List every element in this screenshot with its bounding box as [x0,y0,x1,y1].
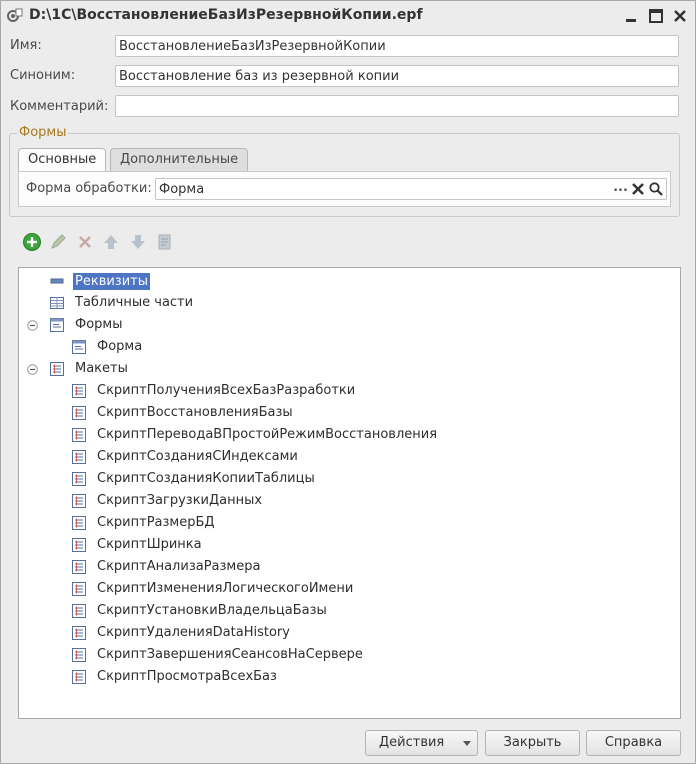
tree-item-label: СкриптШринка [97,537,202,552]
processing-form-value: Форма [159,182,205,197]
tree-item-label: СкриптИзмененияЛогическогоИмени [97,581,354,596]
template-icon [72,604,86,618]
title-bar: D:\1C\ВосстановлениеБазИзРезервнойКопии.… [1,1,695,31]
comment-field[interactable] [115,95,679,117]
tree-item-form[interactable]: Форма [19,337,679,357]
comment-label: Комментарий: [10,99,109,114]
move-up-icon[interactable] [101,232,121,252]
tree-item-templates[interactable]: Макеты [19,359,679,379]
add-icon[interactable] [22,232,42,252]
template-icon [72,406,86,420]
move-down-icon[interactable] [128,232,148,252]
template-icon [72,472,86,486]
processing-form-label: Форма обработки: [26,181,152,196]
tree-item-label: СкриптВосстановленияБазы [97,405,293,420]
tree-item-label: СкриптУстановкиВладельцаБазы [97,603,327,618]
close-button[interactable]: Закрыть [485,730,580,756]
actions-button[interactable]: Действия [365,730,478,756]
tree-item-label: СкриптПросмотраВсехБаз [97,669,277,684]
tree-item-label: СкриптЗагрузкиДанных [97,493,263,508]
processing-editor-window: D:\1C\ВосстановлениеБазИзРезервнойКопии.… [0,0,696,764]
form-icon [72,340,86,354]
collapse-icon[interactable] [27,320,38,331]
tree-item-template[interactable]: СкриптУстановкиВладельцаБазы [19,601,679,621]
help-button[interactable]: Справка [586,730,681,756]
tree-item-template[interactable]: СкриптАнализаРазмера [19,557,679,577]
tree-item-label: СкриптСозданияСИндексами [97,449,298,464]
processing-form-field[interactable]: Форма [155,178,667,200]
metadata-tree[interactable]: Реквизиты Табличные части Формы Форма Ма… [18,267,681,719]
template-icon [72,582,86,596]
chevron-down-icon [463,741,471,746]
template-icon [72,670,86,684]
tree-item-template[interactable]: СкриптПросмотраВсехБаз [19,667,679,687]
template-icon [72,494,86,508]
clear-x-icon[interactable] [630,181,646,197]
tree-item-template[interactable]: СкриптСозданияКопииТаблицы [19,469,679,489]
template-icon [72,538,86,552]
name-label: Имя: [10,38,42,53]
tree-item-attributes[interactable]: Реквизиты [19,271,679,291]
tree-item-tabular-sections[interactable]: Табличные части [19,293,679,313]
magnifier-icon[interactable] [648,181,664,197]
maximize-icon[interactable] [646,6,666,26]
tree-item-label: СкриптАнализаРазмера [97,559,261,574]
template-icon [72,648,86,662]
tab-main[interactable]: Основные [18,148,107,173]
tree-item-label: СкриптРазмерБД [97,515,215,530]
tree-item-label: СкриптЗавершенияСеансовНаСервере [97,647,363,662]
tree-item-template[interactable]: СкриптШринка [19,535,679,555]
close-icon[interactable] [670,6,690,26]
synonym-label: Синоним: [10,68,76,83]
minimize-icon[interactable] [621,6,641,26]
tree-item-template[interactable]: СкриптСозданияСИндексами [19,447,679,467]
processing-gear-icon [7,8,23,22]
tabular-sections-icon [50,297,64,309]
edit-icon[interactable] [48,232,68,252]
tree-item-forms[interactable]: Формы [19,315,679,335]
tree-item-label: СкриптПолученияВсехБазРазработки [97,383,356,398]
template-icon [72,450,86,464]
template-icon [72,560,86,574]
actions-button-label: Действия [379,735,445,750]
synonym-field[interactable]: Восстановление баз из резервной копии [115,65,679,87]
tree-item-label: СкриптУдаленияDataHistory [97,625,290,640]
template-icon [72,626,86,640]
delete-icon[interactable] [75,232,95,252]
tree-item-label: Реквизиты [73,273,150,290]
tree-item-template[interactable]: СкриптРазмерБД [19,513,679,533]
templates-icon [50,362,64,376]
tree-item-template[interactable]: СкриптЗагрузкиДанных [19,491,679,511]
tree-item-label: Формы [75,317,123,332]
tree-item-template[interactable]: СкриптУдаленияDataHistory [19,623,679,643]
tree-item-label: Форма [97,339,143,354]
template-icon [72,516,86,530]
tree-item-label: СкриптСозданияКопииТаблицы [97,471,315,486]
choose-button[interactable]: ... [611,179,630,199]
name-field[interactable]: ВосстановлениеБазИзРезервнойКопии [115,35,679,57]
forms-icon [50,318,64,332]
collapse-icon[interactable] [27,364,38,375]
template-icon [72,384,86,398]
tab-additional[interactable]: Дополнительные [110,148,249,171]
properties-icon[interactable] [155,232,175,252]
tree-item-label: Макеты [75,361,128,376]
tree-item-template[interactable]: СкриптВосстановленияБазы [19,403,679,423]
tree-item-label: Табличные части [75,295,194,310]
tree-item-template[interactable]: СкриптИзмененияЛогическогоИмени [19,579,679,599]
tree-item-template[interactable]: СкриптПереводаВПростойРежимВосстановлени… [19,425,679,445]
tree-item-template[interactable]: СкриптЗавершенияСеансовНаСервере [19,645,679,665]
attributes-icon [50,278,64,284]
window-title: D:\1C\ВосстановлениеБазИзРезервнойКопии.… [29,7,423,23]
tree-item-template[interactable]: СкриптПолученияВсехБазРазработки [19,381,679,401]
forms-group-title: Формы [17,125,69,140]
template-icon [72,428,86,442]
tree-item-label: СкриптПереводаВПростойРежимВосстановлени… [97,427,438,442]
